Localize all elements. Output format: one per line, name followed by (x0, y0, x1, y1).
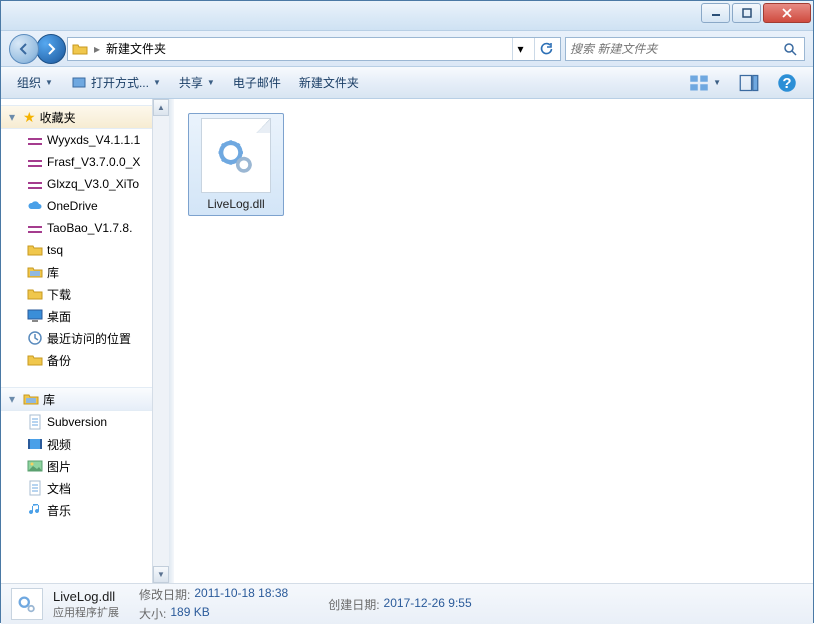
doc-icon (27, 414, 43, 430)
folder-icon (27, 352, 43, 368)
sidebar-item[interactable]: 下载 (1, 283, 169, 305)
sidebar-item[interactable]: tsq (1, 239, 169, 261)
sidebar-item[interactable]: 视频 (1, 433, 169, 455)
refresh-button[interactable] (534, 38, 556, 60)
archive-icon (27, 176, 43, 192)
recent-icon (27, 330, 43, 346)
folder-icon (72, 41, 88, 57)
sidebar-item[interactable]: 桌面 (1, 305, 169, 327)
scroll-up-button[interactable]: ▲ (153, 99, 169, 116)
libraries-header[interactable]: ▾ 库 (1, 387, 169, 411)
doc-icon (27, 480, 43, 496)
favorites-header[interactable]: ▾ ★ 收藏夹 (1, 105, 169, 129)
navbar: ▸ 新建文件夹 ▾ (1, 31, 813, 67)
preview-pane-icon (739, 73, 759, 93)
back-button[interactable] (9, 34, 39, 64)
star-icon: ★ (23, 109, 36, 126)
details-size-value: 189 KB (170, 605, 209, 622)
sidebar-item[interactable]: 文档 (1, 477, 169, 499)
music-icon (27, 502, 43, 518)
search-input[interactable] (570, 42, 780, 56)
address-bar[interactable]: ▸ 新建文件夹 ▾ (67, 37, 561, 61)
favorites-label: 收藏夹 (40, 109, 76, 126)
file-item[interactable]: LiveLog.dll (188, 113, 284, 216)
sidebar-scrollbar[interactable]: ▲ ▼ (152, 99, 169, 583)
forward-button[interactable] (36, 34, 66, 64)
video-icon (27, 436, 43, 452)
open-with-button[interactable]: 打开方式...▼ (63, 71, 169, 95)
close-button[interactable] (763, 3, 811, 23)
help-button[interactable]: ? (769, 71, 805, 95)
folder-icon (27, 242, 43, 258)
sidebar: ▾ ★ 收藏夹 Wyyxds_V4.1.1.1 Frasf_V3.7.0.0_X… (1, 99, 169, 583)
library-icon (23, 391, 39, 407)
address-dropdown[interactable]: ▾ (512, 38, 528, 60)
chevron-down-icon: ▾ (9, 110, 19, 124)
view-icon (689, 73, 709, 93)
dll-file-icon (11, 588, 43, 620)
details-modified-label: 修改日期: (139, 586, 190, 603)
dll-file-icon (201, 118, 271, 193)
search-box[interactable] (565, 37, 805, 61)
sidebar-item[interactable]: 图片 (1, 455, 169, 477)
details-filename: LiveLog.dll (53, 589, 119, 604)
window-titlebar (1, 1, 813, 31)
details-pane: LiveLog.dll 应用程序扩展 修改日期:2011-10-18 18:38… (1, 583, 813, 624)
file-label: LiveLog.dll (207, 197, 264, 211)
sidebar-item[interactable]: OneDrive (1, 195, 169, 217)
help-icon: ? (777, 73, 797, 93)
desktop-icon (27, 308, 43, 324)
organize-button[interactable]: 组织▼ (9, 71, 61, 95)
archive-icon (27, 154, 43, 170)
archive-icon (27, 220, 43, 236)
open-with-icon (71, 75, 87, 91)
breadcrumb-separator: ▸ (94, 42, 100, 56)
sidebar-item[interactable]: Subversion (1, 411, 169, 433)
sidebar-item[interactable]: Glxzq_V3.0_XiTo (1, 173, 169, 195)
sidebar-item[interactable]: 备份 (1, 349, 169, 371)
scroll-down-button[interactable]: ▼ (153, 566, 169, 583)
details-modified-value: 2011-10-18 18:38 (194, 586, 288, 603)
sidebar-item[interactable]: TaoBao_V1.7.8. (1, 217, 169, 239)
sidebar-item[interactable]: 最近访问的位置 (1, 327, 169, 349)
library-icon (27, 264, 43, 280)
cloud-icon (27, 198, 43, 214)
sidebar-item[interactable]: Frasf_V3.7.0.0_X (1, 151, 169, 173)
sidebar-item[interactable]: 库 (1, 261, 169, 283)
breadcrumb-current[interactable]: 新建文件夹 (106, 40, 166, 57)
details-created-value: 2017-12-26 9:55 (384, 596, 472, 613)
share-button[interactable]: 共享▼ (171, 71, 223, 95)
details-filetype: 应用程序扩展 (53, 604, 119, 620)
preview-pane-button[interactable] (731, 71, 767, 95)
details-created-label: 创建日期: (328, 596, 379, 613)
folder-icon (27, 286, 43, 302)
maximize-button[interactable] (732, 3, 761, 23)
toolbar: 组织▼ 打开方式...▼ 共享▼ 电子邮件 新建文件夹 ▼ ? (1, 67, 813, 99)
email-button[interactable]: 电子邮件 (225, 71, 289, 95)
minimize-button[interactable] (701, 3, 730, 23)
libraries-label: 库 (43, 391, 55, 408)
view-options-button[interactable]: ▼ (681, 71, 729, 95)
archive-icon (27, 132, 43, 148)
image-icon (27, 458, 43, 474)
search-icon[interactable] (780, 42, 800, 56)
sidebar-item[interactable]: Wyyxds_V4.1.1.1 (1, 129, 169, 151)
chevron-down-icon: ▾ (9, 392, 19, 406)
sidebar-item[interactable]: 音乐 (1, 499, 169, 521)
details-size-label: 大小: (139, 605, 166, 622)
new-folder-button[interactable]: 新建文件夹 (291, 71, 367, 95)
svg-text:?: ? (782, 75, 791, 92)
content-pane[interactable]: LiveLog.dll (174, 99, 813, 583)
